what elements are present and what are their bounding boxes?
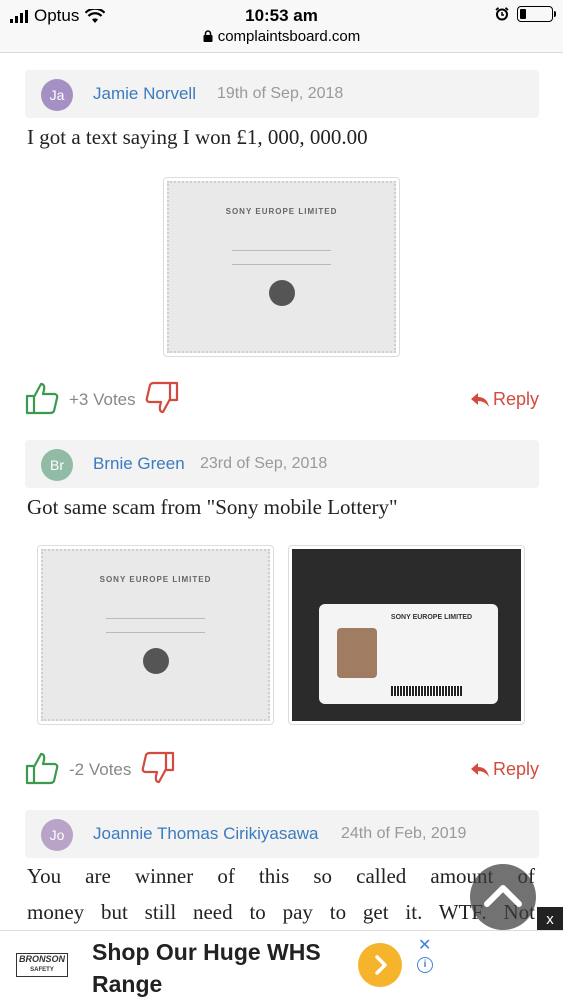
reply-label: Reply bbox=[492, 389, 539, 409]
comment-author-link[interactable]: Joannie Thomas Cirikiyasawa bbox=[93, 824, 319, 844]
comment-text: Got same scam from "Sony mobile Lottery" bbox=[27, 495, 398, 519]
thumbs-down-icon[interactable] bbox=[145, 381, 179, 415]
id-card-image[interactable]: SONY EUROPE LIMITED bbox=[288, 545, 525, 725]
comment-date: 24th of Feb, 2019 bbox=[341, 825, 467, 842]
comment-header: Jo Joannie Thomas Cirikiyasawa 24th of F… bbox=[25, 810, 539, 858]
comment-date: 19th of Sep, 2018 bbox=[217, 85, 344, 102]
lock-icon bbox=[203, 30, 213, 42]
comment-header: Br Brnie Green 23rd of Sep, 2018 bbox=[25, 440, 539, 488]
comment-author-link[interactable]: Brnie Green bbox=[93, 454, 185, 474]
chevron-right-icon bbox=[375, 955, 387, 975]
reply-arrow-icon bbox=[470, 762, 489, 777]
vote-count: +3 Votes bbox=[69, 390, 136, 409]
clock: 10:53 am bbox=[245, 6, 318, 25]
ad-close-icon[interactable]: ✕ bbox=[418, 935, 431, 955]
vote-row: +3 Votes Reply bbox=[25, 379, 539, 419]
comment-text: I got a text saying I won £1, 000, 000.0… bbox=[27, 125, 368, 149]
comment-text-line: You are winner of this so called amount … bbox=[27, 864, 535, 888]
url-text: complaintsboard.com bbox=[217, 28, 361, 45]
address-bar[interactable]: complaintsboard.com bbox=[0, 28, 563, 45]
certificate-image[interactable]: SONY EUROPE LIMITED bbox=[37, 545, 274, 725]
thumbs-up-icon[interactable] bbox=[25, 751, 59, 785]
reply-arrow-icon bbox=[470, 392, 489, 407]
vote-row: -2 Votes Reply bbox=[25, 749, 539, 789]
reply-button[interactable]: Reply bbox=[470, 389, 539, 410]
reply-button[interactable]: Reply bbox=[470, 759, 539, 780]
ad-info-icon[interactable]: i bbox=[417, 957, 433, 973]
reply-label: Reply bbox=[492, 759, 539, 779]
status-icons bbox=[495, 6, 556, 22]
certificate-picture: SONY EUROPE LIMITED bbox=[41, 549, 270, 721]
ad-banner[interactable]: BRONSON SAFETY Shop Our Huge WHS Range ✕… bbox=[0, 930, 563, 1001]
battery-icon bbox=[517, 6, 556, 22]
avatar: Br bbox=[41, 449, 73, 481]
thumbs-up-icon[interactable] bbox=[25, 381, 59, 415]
comments-list: Ja Jamie Norvell 19th of Sep, 2018 I got… bbox=[0, 53, 563, 930]
certificate-picture: SONY EUROPE LIMITED bbox=[167, 181, 396, 353]
certificate-image[interactable]: SONY EUROPE LIMITED bbox=[163, 177, 400, 357]
comment-author-link[interactable]: Jamie Norvell bbox=[93, 84, 196, 104]
ad-go-button[interactable] bbox=[358, 943, 402, 987]
vote-count: -2 Votes bbox=[69, 760, 132, 779]
thumbs-down-icon[interactable] bbox=[141, 751, 175, 785]
scroll-to-top-button[interactable] bbox=[470, 864, 536, 930]
avatar: Ja bbox=[41, 79, 73, 111]
ad-title[interactable]: Shop Our Huge WHS Range bbox=[92, 936, 342, 1000]
comment-header: Ja Jamie Norvell 19th of Sep, 2018 bbox=[25, 70, 539, 118]
browser-status-bar: Optus 10:53 am complaintsboard.com bbox=[0, 0, 563, 53]
id-card-picture: SONY EUROPE LIMITED bbox=[292, 549, 521, 721]
chevron-up-icon bbox=[484, 885, 522, 907]
comment-date: 23rd of Sep, 2018 bbox=[200, 455, 328, 472]
avatar: Jo bbox=[41, 819, 73, 851]
ad-brand-logo: BRONSON SAFETY bbox=[16, 953, 68, 977]
comment-text-line: money but still need to pay to get it. W… bbox=[27, 900, 535, 924]
alarm-icon bbox=[495, 7, 509, 21]
